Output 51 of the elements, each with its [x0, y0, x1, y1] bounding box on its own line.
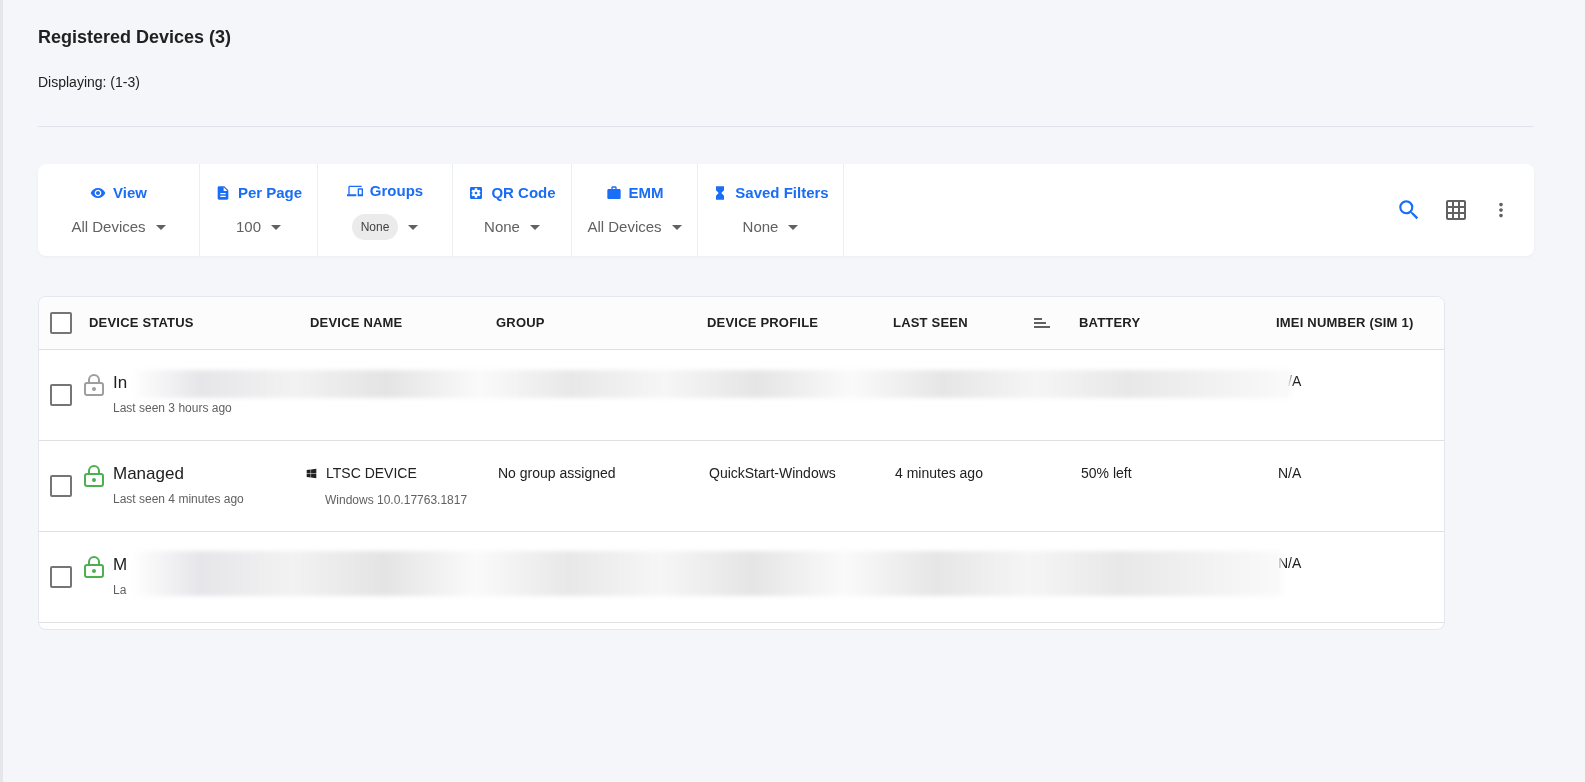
status-last-seen: La [113, 582, 128, 598]
filter-label: Groups [369, 180, 424, 201]
column-header: LAST SEEN [893, 314, 969, 333]
caret-icon [788, 224, 799, 230]
caret-icon [671, 224, 682, 230]
column-header: DEVICE STATUS [89, 314, 195, 333]
column-header: GROUP [496, 314, 546, 333]
device-status: In [113, 372, 129, 394]
caret-icon [155, 224, 166, 230]
filter-label: Saved Filters [735, 182, 829, 203]
filter-label: Per Page [237, 182, 303, 203]
column-header: BATTERY [1079, 314, 1142, 333]
filter-dropdown[interactable]: None [742, 216, 799, 239]
briefcase-icon [605, 184, 622, 201]
caret-icon [529, 224, 540, 230]
column-header: DEVICE NAME [310, 314, 404, 333]
filter-dropdown[interactable]: 100 [236, 216, 281, 239]
checkbox[interactable] [50, 384, 72, 406]
battery-level: 50% left [1081, 465, 1132, 481]
filter-label: QR Code [491, 182, 556, 203]
displaying-count: Displaying: (1-3) [38, 73, 141, 91]
caret-icon [271, 224, 281, 230]
imei-number: N/A [1278, 465, 1302, 481]
column-header: DEVICE PROFILE [707, 314, 820, 333]
gear-box-icon [468, 184, 485, 201]
device-status: M [113, 554, 128, 576]
page-title: Registered Devices (3) [38, 26, 233, 48]
filter-dropdown[interactable]: None [484, 216, 540, 239]
checkbox[interactable] [50, 312, 72, 334]
device-name: LTSC DEVICE [326, 464, 417, 483]
imei-number: N/A [1278, 554, 1302, 573]
status-last-seen: Last seen 3 hours ago [113, 400, 232, 416]
sort-icon[interactable] [1034, 317, 1050, 329]
devices-icon [346, 183, 363, 199]
status-last-seen: Last seen 4 minutes ago [113, 491, 244, 507]
group-name: No group assigned [498, 465, 616, 481]
device-profile: QuickStart-Windows [709, 465, 836, 481]
checkbox[interactable] [50, 566, 72, 588]
last-seen: 4 minutes ago [895, 465, 983, 481]
filter-dropdown[interactable]: All Devices [587, 216, 682, 239]
filter-label: EMM [628, 182, 664, 203]
filter-dropdown[interactable]: All Devices [71, 216, 166, 239]
os-version: Windows 10.0.17763.1817 [325, 492, 469, 509]
checkbox[interactable] [50, 475, 72, 497]
column-header: IMEI NUMBER (SIM 1) [1276, 314, 1415, 333]
filter-label: View [113, 182, 147, 203]
grid-icon[interactable] [1444, 198, 1468, 222]
imei-number: /A [1288, 372, 1302, 391]
device-status: Managed [113, 463, 185, 485]
caret-icon [408, 224, 419, 230]
windows-icon [306, 468, 317, 479]
